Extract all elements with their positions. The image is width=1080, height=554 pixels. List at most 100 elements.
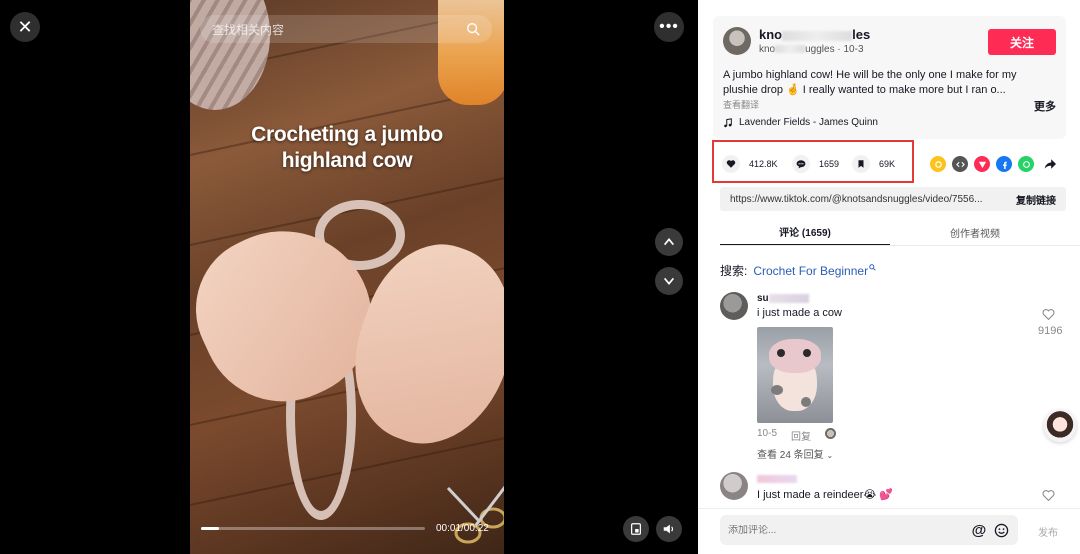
video-player-area: Crocheting a jumbo highland cow ✕ 查找相关内容… xyxy=(0,0,698,554)
like-button[interactable]: 412.8K xyxy=(722,155,778,173)
search-icon xyxy=(869,264,876,271)
author-name[interactable]: kno les xyxy=(759,27,870,42)
video-link-row: https://www.tiktok.com/@knotsandsnuggles… xyxy=(720,187,1066,211)
cow-plush-eye xyxy=(803,349,811,357)
chevron-down-icon xyxy=(663,277,675,285)
comment-input[interactable] xyxy=(728,524,966,536)
author-handle-date: kno uggles · 10-3 xyxy=(759,44,864,55)
description-line: A jumbo highland cow! He will be the onl… xyxy=(723,69,1017,81)
author-handle-start: kno xyxy=(759,44,776,55)
close-icon: ✕ xyxy=(17,16,33,37)
close-button[interactable]: ✕ xyxy=(10,12,40,42)
cow-plush-spot xyxy=(801,397,811,407)
author-avatar[interactable] xyxy=(723,27,751,55)
video-progress-fill xyxy=(201,527,219,530)
friends-glyph xyxy=(934,160,942,168)
embed-icon[interactable] xyxy=(952,156,968,172)
emoji-glyph xyxy=(994,523,1008,537)
picture-in-picture-button[interactable] xyxy=(623,516,649,542)
mention-icon[interactable]: @ xyxy=(970,521,988,539)
comment-like-count: 9196 xyxy=(1038,325,1063,337)
tab-creator-videos[interactable]: 创作者视频 xyxy=(890,218,1060,246)
tab-divider xyxy=(720,245,1080,246)
embed-glyph xyxy=(955,161,965,167)
view-replies-label: 查看 24 条回复 xyxy=(757,450,824,461)
video-title-line: highland cow xyxy=(281,149,413,172)
post-date: 10-3 xyxy=(843,44,864,55)
comment-icon xyxy=(796,160,806,169)
comment-like-button[interactable] xyxy=(1042,308,1055,326)
send-glyph xyxy=(978,161,986,168)
music-link[interactable]: Lavender Fields - James Quinn xyxy=(723,117,878,128)
commenter-name-start: su xyxy=(757,293,769,304)
description-line: plushie drop 🤞 I really wanted to make m… xyxy=(723,84,1006,96)
music-note-icon xyxy=(724,117,732,127)
heart-icon xyxy=(726,160,736,168)
copy-link-button[interactable]: 复制链接 xyxy=(1016,192,1056,207)
facebook-glyph xyxy=(1002,161,1007,169)
video-title-line: Crocheting a jumbo xyxy=(251,123,443,146)
view-replies-button[interactable]: 查看 24 条回复 ⌄ xyxy=(757,446,833,461)
comment-button[interactable]: 1659 xyxy=(792,155,839,173)
search-suggestion-keyword[interactable]: Crochet For Beginner xyxy=(753,264,868,278)
author-name-start: kno xyxy=(759,27,783,42)
bookmark-icon xyxy=(858,160,864,168)
volume-button[interactable] xyxy=(656,516,682,542)
reply-button[interactable]: 回复 xyxy=(791,428,811,443)
comment-meta: 10-5 回复 xyxy=(757,428,837,443)
search-placeholder: 查找相关内容 xyxy=(212,22,285,37)
previous-video-button[interactable] xyxy=(655,228,683,256)
commenter-avatar[interactable] xyxy=(720,472,748,500)
floating-assistant-avatar[interactable] xyxy=(1044,410,1076,442)
facebook-icon[interactable] xyxy=(996,156,1012,172)
like-icon-wrap xyxy=(722,155,740,173)
description-more-link[interactable]: 更多 xyxy=(1030,98,1056,114)
friends-share-icon[interactable] xyxy=(930,156,946,172)
picture-in-picture-icon xyxy=(631,523,641,535)
comment-input-box[interactable]: @ xyxy=(720,515,1018,545)
chevron-down-icon: ⌄ xyxy=(826,451,834,460)
video-description: A jumbo highland cow! He will be the onl… xyxy=(723,68,1056,98)
direct-share-icon[interactable] xyxy=(974,156,990,172)
video-url[interactable]: https://www.tiktok.com/@knotsandsnuggles… xyxy=(730,194,1016,205)
search-suggestion-label: 搜索: xyxy=(720,264,748,278)
comment-text: I just made a reindeer😭 💕 xyxy=(757,489,893,501)
commenter-name[interactable] xyxy=(757,474,797,485)
emoji-icon[interactable] xyxy=(992,521,1010,539)
video-progress-bar[interactable] xyxy=(201,527,425,530)
blurred-text xyxy=(775,45,806,54)
tab-comments[interactable]: 评论 (1659) xyxy=(720,218,890,246)
blurred-text xyxy=(768,293,809,303)
commenter-avatar[interactable] xyxy=(720,292,748,320)
share-arrow-icon[interactable] xyxy=(1042,156,1058,172)
comment-count: 1659 xyxy=(819,159,840,169)
video-frame[interactable] xyxy=(190,0,504,554)
save-button[interactable]: 69K xyxy=(852,155,895,173)
video-detail-panel: kno les kno uggles · 10-3 关注 A jumbo highl… xyxy=(698,0,1080,554)
like-count: 412.8K xyxy=(749,159,778,169)
search-suggestion: 搜索: Crochet For Beginner xyxy=(720,262,876,279)
translate-link[interactable]: 查看翻译 xyxy=(723,98,759,111)
scissors-image xyxy=(446,485,504,544)
video-search-bar[interactable]: 查找相关内容 xyxy=(200,15,492,43)
whatsapp-icon[interactable] xyxy=(1018,156,1034,172)
comment-like-button[interactable] xyxy=(1042,489,1055,507)
commenter-name[interactable]: su xyxy=(757,293,809,304)
video-time: 00:01/00:22 xyxy=(436,523,489,534)
cow-plush-head xyxy=(769,339,821,373)
follow-button[interactable]: 关注 xyxy=(988,29,1056,55)
tiktok-video-detail: Crocheting a jumbo highland cow ✕ 查找相关内容… xyxy=(0,0,1080,554)
comment-image[interactable] xyxy=(757,327,833,423)
save-count: 69K xyxy=(879,159,896,169)
share-glyph xyxy=(1044,159,1056,169)
volume-icon xyxy=(663,524,674,534)
video-info-card: kno les kno uggles · 10-3 关注 A jumbo highl… xyxy=(713,16,1066,139)
more-options-button[interactable]: ••• xyxy=(654,12,684,42)
more-icon: ••• xyxy=(659,18,679,35)
publish-button[interactable]: 发布 xyxy=(1038,524,1058,539)
heart-outline-icon xyxy=(1042,490,1055,502)
next-video-button[interactable] xyxy=(655,267,683,295)
search-icon[interactable] xyxy=(466,22,480,36)
creator-liked-avatar xyxy=(825,428,837,439)
author-name-end: les xyxy=(852,27,871,42)
